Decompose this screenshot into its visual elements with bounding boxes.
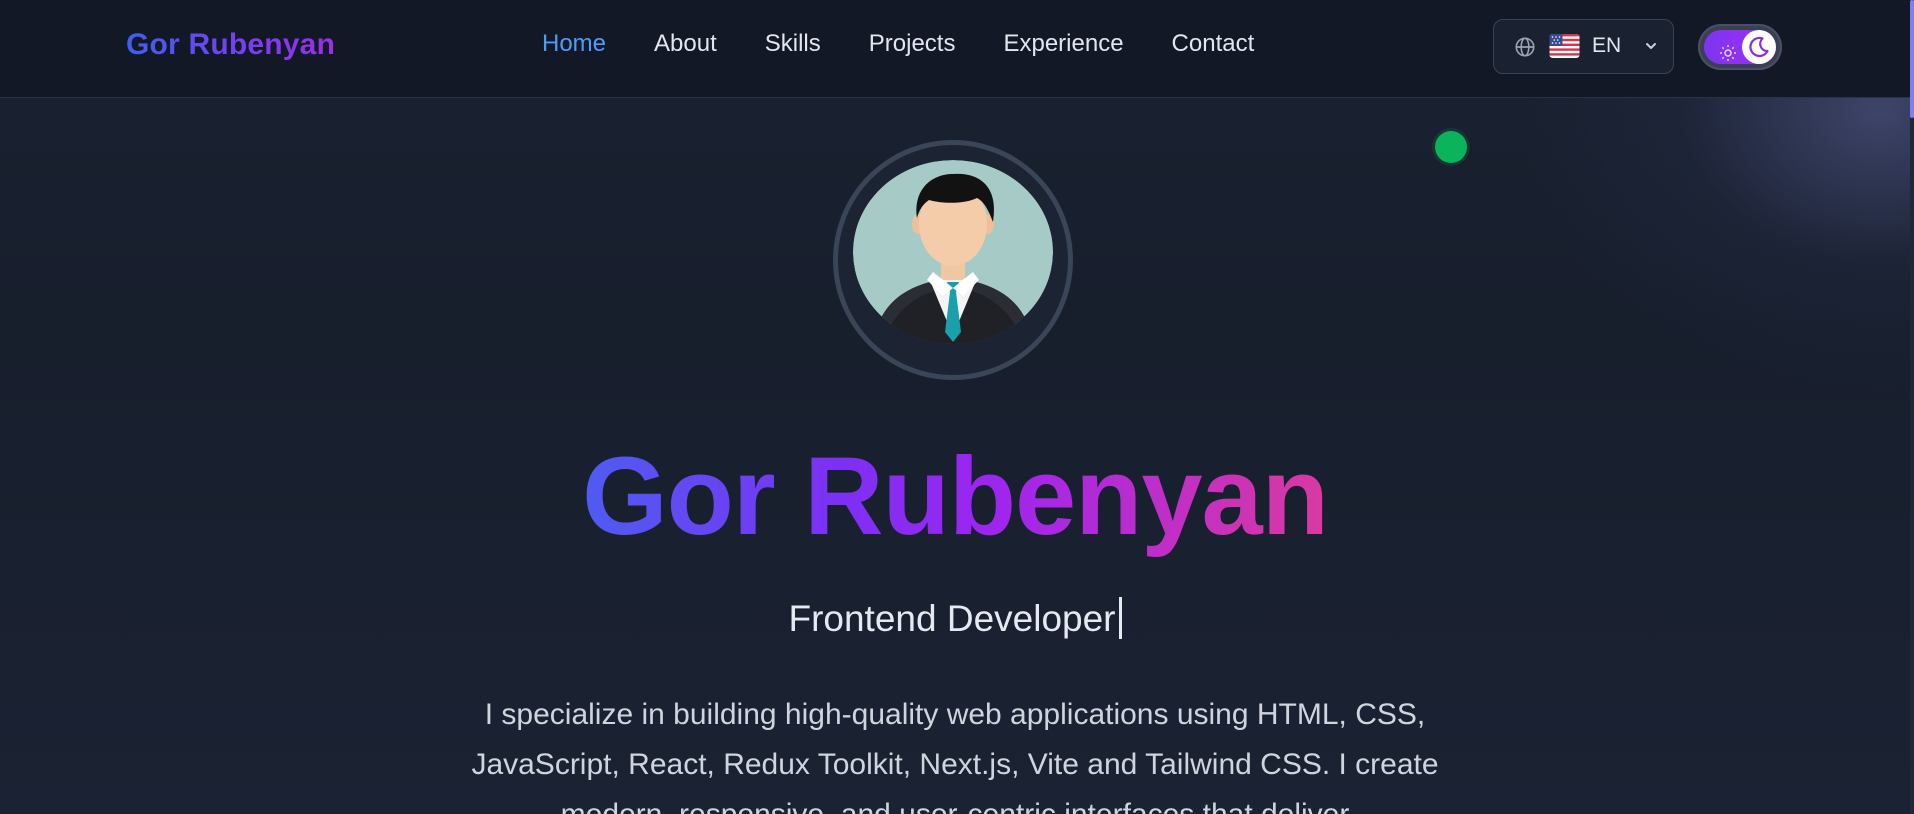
chevron-down-icon bbox=[1646, 43, 1656, 49]
status-dot bbox=[1435, 131, 1467, 163]
theme-toggle[interactable] bbox=[1698, 24, 1782, 70]
navbar: Gor Rubenyan Home About Skills Projects … bbox=[0, 0, 1910, 98]
language-selector[interactable]: EN bbox=[1493, 19, 1674, 74]
nav-link-about[interactable]: About bbox=[654, 30, 717, 58]
typing-cursor bbox=[1118, 597, 1122, 639]
nav-link-experience[interactable]: Experience bbox=[1003, 30, 1123, 58]
avatar bbox=[853, 160, 1053, 344]
us-flag-icon bbox=[1549, 34, 1580, 58]
moon-icon bbox=[1749, 36, 1769, 58]
page: Gor Rubenyan Home About Skills Projects … bbox=[0, 0, 1914, 814]
nav-link-contact[interactable]: Contact bbox=[1172, 30, 1255, 58]
hero-title: Gor Rubenyan bbox=[0, 436, 1910, 557]
hero-subtitle: Frontend Developer bbox=[0, 597, 1910, 640]
globe-icon bbox=[1515, 37, 1535, 57]
brand-logo[interactable]: Gor Rubenyan bbox=[126, 28, 335, 62]
scrollbar-thumb[interactable] bbox=[1910, 0, 1914, 118]
nav-link-skills[interactable]: Skills bbox=[765, 30, 821, 58]
avatar-illustration bbox=[853, 160, 1053, 344]
language-code: EN bbox=[1592, 34, 1622, 57]
nav-link-projects[interactable]: Projects bbox=[869, 30, 956, 58]
theme-toggle-knob bbox=[1742, 30, 1776, 64]
sun-icon bbox=[1720, 45, 1736, 61]
hero-description: I specialize in building high-quality we… bbox=[471, 698, 1439, 814]
hero-subtitle-text: Frontend Developer bbox=[788, 598, 1116, 639]
nav-link-home[interactable]: Home bbox=[542, 30, 606, 58]
hero-title-text: Gor Rubenyan bbox=[582, 435, 1329, 558]
nav-links: Home About Skills Projects Experience Co… bbox=[542, 30, 1302, 58]
scrollbar[interactable] bbox=[1910, 0, 1914, 814]
